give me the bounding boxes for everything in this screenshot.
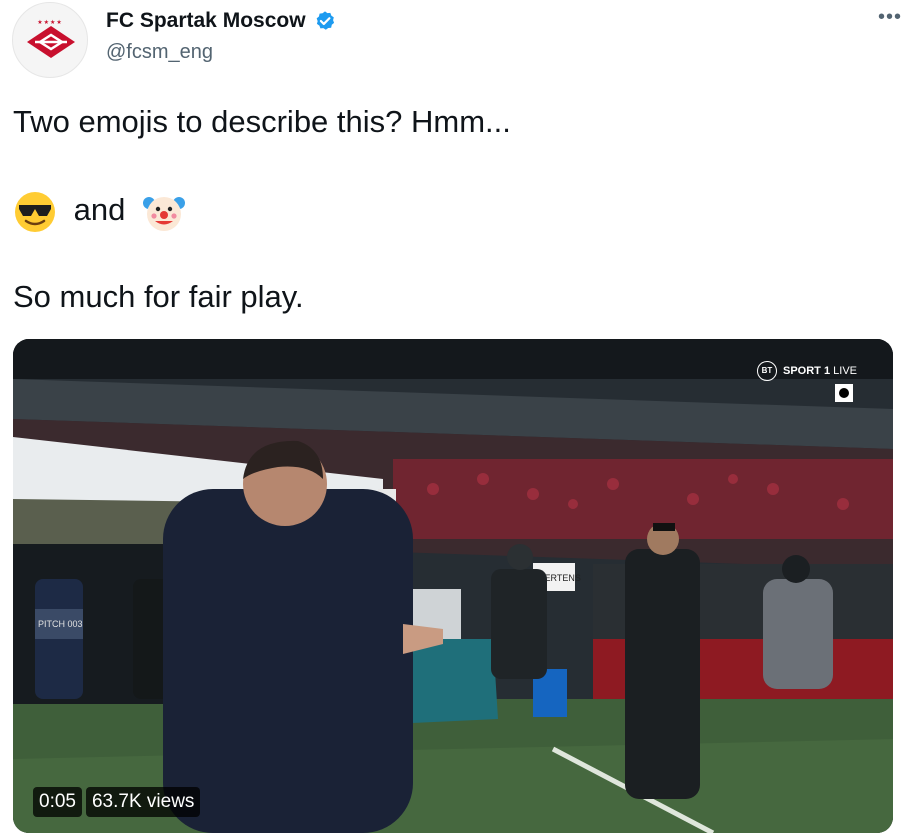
video-overlay: 0:05 63.7K views [33,787,201,817]
clown-emoji-icon [142,197,185,231]
bt-logo-icon: BT [756,361,777,381]
avatar[interactable]: ★★★★ [12,2,88,78]
pitch-bib-text: PITCH 003 [38,619,83,629]
emoji-connector-text: and [73,192,126,228]
video-player[interactable]: MERTENS PITCH 003 BT SPORT 1 LIVE 0:05 6… [13,339,893,833]
broadcaster-channel: SPORT 1 [783,364,831,377]
tweet-text-line-3: So much for fair play. [13,279,304,314]
author-display-name[interactable]: FC Spartak Moscow [106,8,306,34]
author-handle[interactable]: @fcsm_eng [106,41,336,64]
broadcaster-badge-icon [835,384,853,402]
sunglasses-emoji-icon [15,192,55,232]
video-duration: 0:05 [33,787,82,817]
video-view-count: 63.7K views [85,787,201,817]
tweet-header: ★★★★ FC Spartak Moscow @fcsm_eng ••• [12,2,908,78]
broadcaster-logo: BT SPORT 1 LIVE [756,361,857,381]
more-options-icon[interactable]: ••• [878,6,902,29]
verified-badge-icon [316,11,335,30]
spartak-logo-icon [27,26,75,58]
tweet-text-line-1: Two emojis to describe this? Hmm... [13,104,511,139]
tweet-text-line-2: and [13,190,186,234]
video-frame-image: MERTENS PITCH 003 [13,339,893,833]
broadcaster-live: LIVE [833,364,857,377]
